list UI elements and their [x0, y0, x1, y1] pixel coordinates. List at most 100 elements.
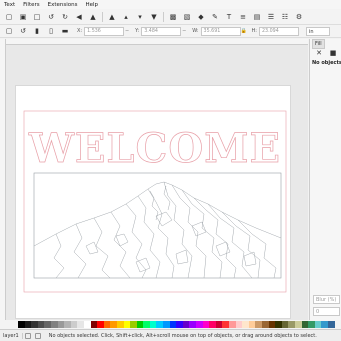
h-input[interactable]: 23.094 — [259, 26, 299, 36]
flip-vertical-icon[interactable]: ▲ — [89, 12, 98, 21]
raise-icon[interactable]: ▴ — [122, 12, 131, 21]
flat-color-icon[interactable]: ■ — [329, 48, 338, 57]
palette-swatch[interactable] — [176, 321, 183, 328]
menu-item-filters[interactable]: Filters — [19, 2, 44, 8]
y-input[interactable]: 3.484 — [141, 26, 182, 36]
x-input[interactable]: 1.536 — [84, 26, 125, 36]
lower-to-bottom-icon[interactable]: ▼ — [150, 12, 159, 21]
text-tool-icon[interactable]: T — [225, 12, 234, 21]
palette-swatch[interactable] — [149, 321, 157, 328]
palette-swatch[interactable] — [130, 321, 137, 328]
palette-swatch[interactable] — [229, 321, 236, 328]
palette-swatch[interactable] — [44, 321, 51, 328]
objects-icon[interactable]: ☷ — [281, 12, 290, 21]
palette-swatch[interactable] — [189, 321, 197, 328]
palette-swatch[interactable] — [57, 321, 65, 328]
palette-swatch[interactable] — [169, 321, 177, 328]
rotate-cw-icon[interactable]: ↻ — [61, 12, 70, 21]
lock-icon[interactable]: 🔒 — [241, 27, 247, 36]
palette-swatch[interactable] — [97, 321, 104, 328]
palette-swatch[interactable] — [235, 321, 243, 328]
panel-tabs: Fill — [310, 38, 341, 49]
select-all-layers-icon[interactable]: ▣ — [19, 12, 28, 21]
palette-swatch[interactable] — [24, 321, 32, 328]
palette-swatch[interactable] — [70, 321, 78, 328]
palette-swatch[interactable] — [288, 321, 295, 328]
palette-swatch[interactable] — [314, 321, 322, 328]
palette-swatch[interactable] — [308, 321, 315, 328]
flip-horizontal-icon[interactable]: ◀ — [75, 12, 84, 21]
palette-swatch[interactable] — [103, 321, 111, 328]
group-icon[interactable]: ▩ — [169, 12, 178, 21]
palette-swatch[interactable] — [18, 321, 25, 328]
status-bar: layer1 No objects selected. Click, Shift… — [0, 329, 341, 341]
palette-swatch[interactable] — [64, 321, 71, 328]
palette-swatch[interactable] — [255, 321, 262, 328]
palette-swatch[interactable] — [123, 321, 131, 328]
preferences-icon[interactable]: ⚙ — [295, 12, 304, 21]
no-paint-icon[interactable]: ✕ — [315, 48, 324, 57]
layer-visibility-icon[interactable] — [24, 332, 31, 339]
palette-swatch[interactable] — [281, 321, 289, 328]
canvas[interactable]: WELCOME — [6, 45, 308, 320]
palette-swatch[interactable] — [215, 321, 223, 328]
palette-swatch[interactable] — [156, 321, 164, 328]
palette-swatch[interactable] — [116, 321, 124, 328]
palette-swatch[interactable] — [37, 321, 45, 328]
palette-swatch[interactable] — [110, 321, 117, 328]
palette-swatch[interactable] — [301, 321, 309, 328]
select-all-icon[interactable]: ▢ — [5, 27, 14, 36]
palette-swatch[interactable] — [136, 321, 144, 328]
y-decrement-button[interactable]: − — [181, 27, 187, 36]
menu-bar: Text Filters Extensions Help — [0, 0, 341, 9]
xml-editor-icon[interactable]: ▤ — [253, 12, 262, 21]
palette-swatch[interactable] — [31, 321, 38, 328]
lower-icon[interactable]: ▾ — [136, 12, 145, 21]
palette-swatch[interactable] — [83, 321, 91, 328]
palette-swatch[interactable] — [275, 321, 282, 328]
palette-swatch[interactable] — [77, 321, 84, 328]
rotate-icon[interactable]: ↺ — [19, 27, 28, 36]
palette-swatch[interactable] — [327, 321, 335, 328]
palette-swatch[interactable] — [50, 321, 58, 328]
deselect-icon[interactable]: □ — [33, 12, 42, 21]
palette-swatch[interactable] — [321, 321, 328, 328]
layers-icon[interactable]: ☰ — [267, 12, 276, 21]
tab-fill[interactable]: Fill — [312, 38, 325, 49]
layer-lock-icon[interactable] — [34, 332, 41, 339]
palette-swatch[interactable] — [248, 321, 256, 328]
opacity-input[interactable]: 0 — [313, 307, 340, 316]
ungroup-icon[interactable]: ▧ — [183, 12, 192, 21]
raise-to-top-icon[interactable]: ▲ — [108, 12, 117, 21]
palette-swatch[interactable] — [261, 321, 269, 328]
align-left-icon[interactable]: ▮ — [33, 27, 42, 36]
palette-swatch[interactable] — [182, 321, 190, 328]
design-artwork[interactable]: WELCOME — [16, 86, 290, 318]
pen-icon[interactable]: ✎ — [211, 12, 220, 21]
unit-select[interactable]: in — [306, 27, 330, 36]
palette-swatch[interactable] — [294, 321, 302, 328]
palette-swatch[interactable] — [242, 321, 249, 328]
palette-swatch[interactable] — [90, 321, 98, 328]
rotate-ccw-icon[interactable]: ↺ — [47, 12, 56, 21]
palette-swatch[interactable] — [202, 321, 210, 328]
align-icon[interactable]: ≡ — [239, 12, 248, 21]
align-top-icon[interactable]: ▬ — [61, 27, 70, 36]
align-center-icon[interactable]: ▯ — [47, 27, 56, 36]
blur-input[interactable]: Blur (%) — [313, 295, 340, 304]
x-decrement-button[interactable]: − — [124, 27, 130, 36]
palette-swatch[interactable] — [163, 321, 170, 328]
menu-item-text[interactable]: Text — [0, 2, 19, 8]
menu-item-extensions[interactable]: Extensions — [44, 2, 82, 8]
node-editor-icon[interactable]: ◆ — [197, 12, 206, 21]
palette-swatch[interactable] — [222, 321, 229, 328]
palette-swatch[interactable] — [143, 321, 150, 328]
palette-swatch[interactable] — [209, 321, 216, 328]
current-layer[interactable]: layer1 — [0, 332, 23, 339]
w-input[interactable]: 35.691 — [200, 26, 241, 36]
palette-swatch[interactable] — [268, 321, 276, 328]
menu-item-help[interactable]: Help — [82, 2, 103, 8]
select-all-icon[interactable]: ▢ — [5, 12, 14, 21]
palette-swatch[interactable] — [196, 321, 203, 328]
fill-stroke-panel: Fill ✕ ■ No objects Blur (%) 0 — [309, 38, 341, 320]
